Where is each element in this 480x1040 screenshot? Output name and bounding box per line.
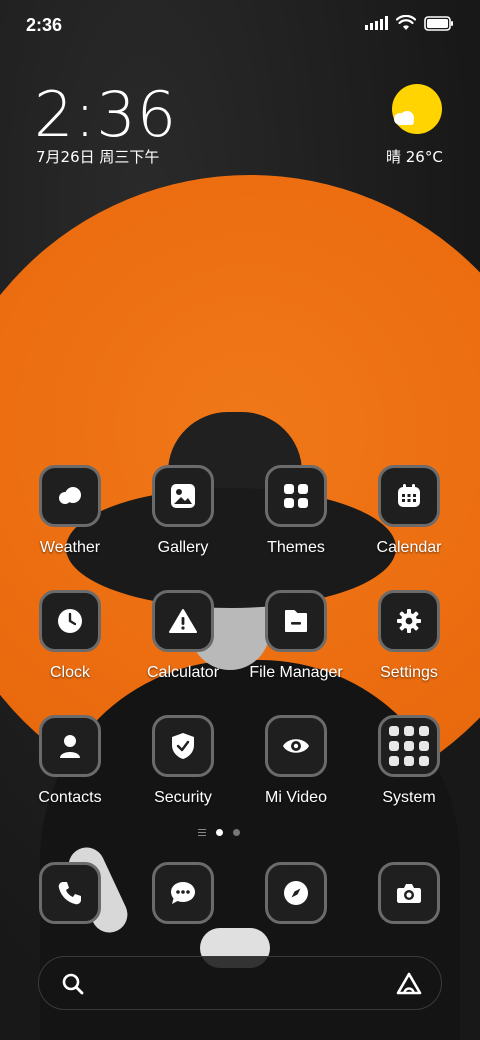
app-contacts[interactable]: Contacts xyxy=(15,715,125,807)
wifi-icon xyxy=(396,15,416,30)
compass-icon[interactable] xyxy=(265,862,327,924)
status-bar: 2:36 xyxy=(0,0,480,50)
battery-icon xyxy=(424,15,453,31)
app-calendar[interactable]: Calendar xyxy=(354,465,464,557)
status-time: 2:36 xyxy=(26,15,63,35)
calculator-icon[interactable] xyxy=(152,590,214,652)
app-label: Mi Video xyxy=(265,789,327,806)
messages-icon[interactable] xyxy=(152,862,214,924)
app-weather[interactable]: Weather xyxy=(15,465,125,557)
app-themes[interactable]: Themes xyxy=(241,465,351,557)
folder-app-grid xyxy=(389,726,429,766)
search-icon xyxy=(62,973,84,995)
app-label: Gallery xyxy=(157,539,209,556)
app-label: Calculator xyxy=(146,664,220,681)
app-label: Themes xyxy=(267,539,325,556)
camera-icon[interactable] xyxy=(378,862,440,924)
eye-icon[interactable] xyxy=(265,715,327,777)
gear-icon[interactable] xyxy=(378,590,440,652)
app-label: Contacts xyxy=(38,789,102,806)
weather-widget-text[interactable]: 晴 26°C xyxy=(386,146,443,167)
gallery-icon[interactable] xyxy=(152,465,214,527)
page-dot xyxy=(233,829,240,836)
themes-icon[interactable] xyxy=(265,465,327,527)
app-file-manager[interactable]: File Manager xyxy=(241,590,351,682)
dock-camera[interactable] xyxy=(354,862,464,924)
home-search-bar[interactable] xyxy=(38,956,442,1010)
app-settings[interactable]: Settings xyxy=(354,590,464,682)
dock-phone[interactable] xyxy=(15,862,125,924)
dock-messages[interactable] xyxy=(128,862,238,924)
app-clock[interactable]: Clock xyxy=(15,590,125,682)
clock-icon[interactable] xyxy=(39,590,101,652)
folder-icon[interactable] xyxy=(265,590,327,652)
dock-browser[interactable] xyxy=(241,862,351,924)
signal-icon xyxy=(365,16,388,30)
phone-icon[interactable] xyxy=(39,862,101,924)
page-indicator[interactable] xyxy=(198,829,240,836)
app-system-folder[interactable]: System xyxy=(354,715,464,807)
system-folder-icon[interactable] xyxy=(378,715,440,777)
app-mi-video[interactable]: Mi Video xyxy=(241,715,351,807)
app-security[interactable]: Security xyxy=(128,715,238,807)
app-label: File Manager xyxy=(249,664,343,681)
assistant-icon[interactable] xyxy=(395,971,423,997)
status-icons xyxy=(365,15,454,31)
page-dot-active xyxy=(216,829,223,836)
app-gallery[interactable]: Gallery xyxy=(128,465,238,557)
app-label: Clock xyxy=(49,664,90,681)
sunny-weather-icon[interactable] xyxy=(390,84,444,138)
contacts-icon[interactable] xyxy=(39,715,101,777)
app-label: Weather xyxy=(39,539,101,556)
home-menu-icon xyxy=(198,829,206,836)
weather-app-icon[interactable] xyxy=(39,465,101,527)
app-label: System xyxy=(382,789,436,806)
clock-widget-date[interactable]: 7月26日 周三下午 xyxy=(36,146,159,167)
app-label: Calendar xyxy=(376,539,442,556)
app-label: Security xyxy=(154,789,212,806)
calendar-icon[interactable] xyxy=(378,465,440,527)
app-calculator[interactable]: Calculator xyxy=(128,590,238,682)
app-label: Settings xyxy=(380,664,438,681)
clock-widget-time[interactable]: 2:36 xyxy=(34,78,177,151)
shield-icon[interactable] xyxy=(152,715,214,777)
